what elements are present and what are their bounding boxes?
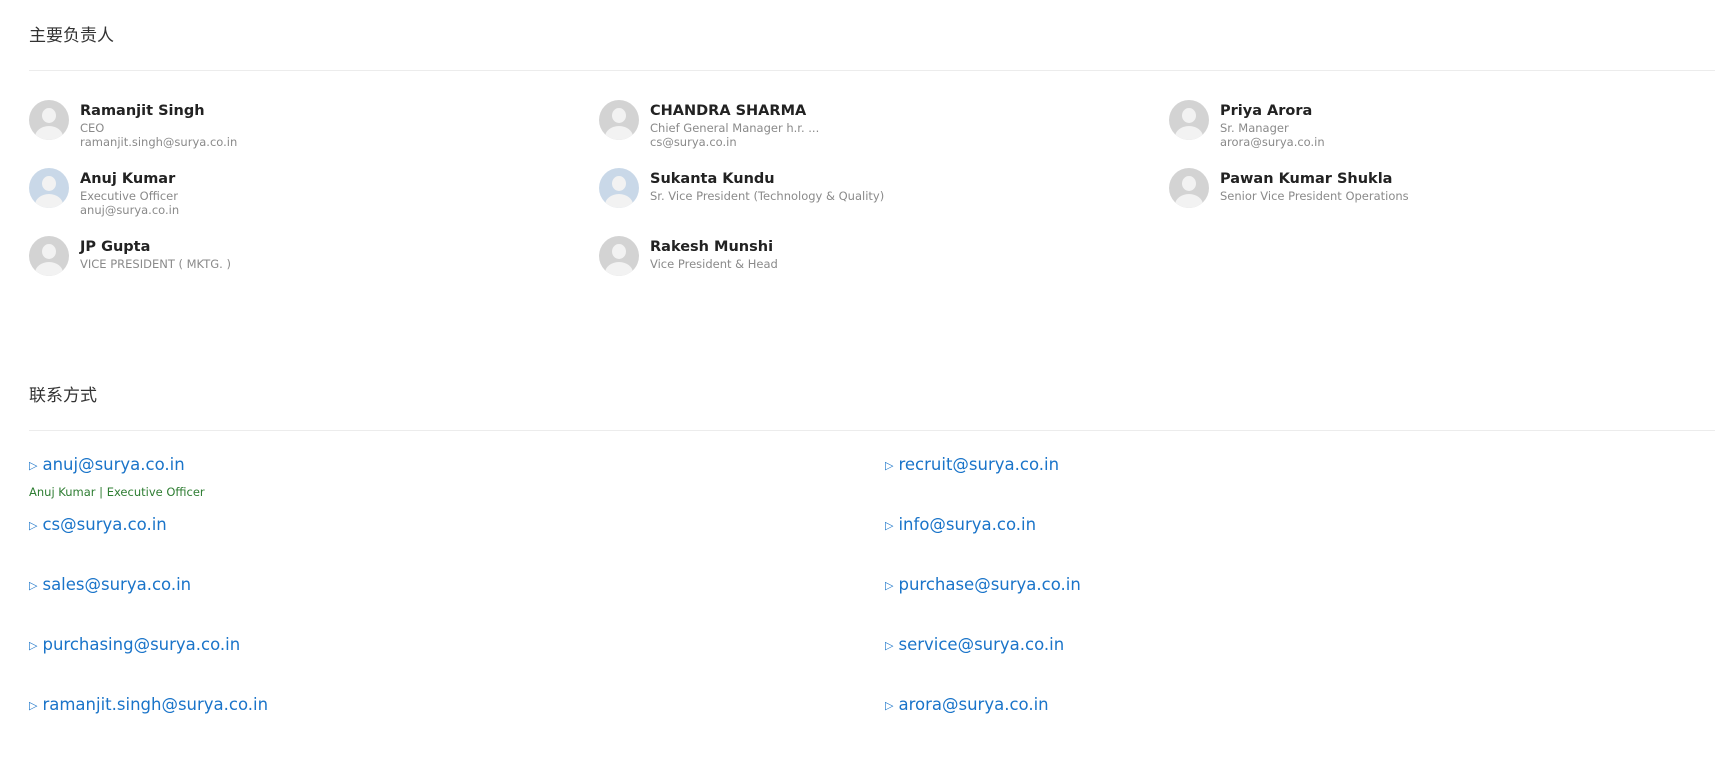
contact-section-title: 联系方式 <box>29 386 97 406</box>
triangle-right-icon: ▷ <box>885 459 894 472</box>
contact-item: ▷ info@surya.co.in <box>885 514 1715 574</box>
contact-item: ▷ purchasing@surya.co.in <box>29 634 885 694</box>
triangle-right-icon: ▷ <box>29 639 38 652</box>
email-link[interactable]: anuj@surya.co.in <box>42 455 184 474</box>
contact-item: ▷ ramanjit.singh@surya.co.in <box>29 694 885 754</box>
contact-item: ▷ recruit@surya.co.in <box>885 454 1715 514</box>
person-card[interactable]: JP Gupta VICE PRESIDENT ( MKTG. ) <box>29 236 599 304</box>
person-card[interactable]: Sukanta Kundu Sr. Vice President (Techno… <box>599 168 1169 236</box>
person-card[interactable]: CHANDRA SHARMA Chief General Manager h.r… <box>599 100 1169 168</box>
avatar-icon <box>599 168 639 208</box>
email-link[interactable]: info@surya.co.in <box>898 515 1036 534</box>
avatar-icon <box>29 100 69 140</box>
person-email: arora@surya.co.in <box>1220 135 1325 149</box>
people-section-title: 主要负责人 <box>29 26 114 46</box>
person-email: anuj@surya.co.in <box>80 203 180 217</box>
avatar-icon <box>599 236 639 276</box>
triangle-right-icon: ▷ <box>29 459 38 472</box>
person-email: cs@surya.co.in <box>650 135 737 149</box>
person-card[interactable]: Ramanjit Singh CEO ramanjit.singh@surya.… <box>29 100 599 168</box>
email-link[interactable]: purchase@surya.co.in <box>898 575 1080 594</box>
contact-item: ▷ cs@surya.co.in <box>29 514 885 574</box>
contact-grid: ▷ anuj@surya.co.in Anuj Kumar | Executive… <box>29 454 1715 754</box>
people-grid: Ramanjit Singh CEO ramanjit.singh@surya.… <box>29 100 1715 304</box>
person-title: VICE PRESIDENT ( MKTG. ) <box>80 257 231 271</box>
email-link[interactable]: cs@surya.co.in <box>42 515 166 534</box>
contact-item: ▷ anuj@surya.co.in Anuj Kumar | Executive… <box>29 454 885 514</box>
avatar-icon <box>1169 100 1209 140</box>
email-link[interactable]: purchasing@surya.co.in <box>42 635 240 654</box>
person-name: JP Gupta <box>80 239 151 255</box>
person-name: CHANDRA SHARMA <box>650 103 807 119</box>
person-title: Chief General Manager h.r. ... <box>650 121 820 135</box>
person-title: Sr. Manager <box>1220 121 1289 135</box>
triangle-right-icon: ▷ <box>885 519 894 532</box>
person-card[interactable]: Priya Arora Sr. Manager arora@surya.co.i… <box>1169 100 1715 168</box>
email-link[interactable]: ramanjit.singh@surya.co.in <box>42 695 268 714</box>
contact-item: ▷ purchase@surya.co.in <box>885 574 1715 634</box>
contact-item: ▷ sales@surya.co.in <box>29 574 885 634</box>
triangle-right-icon: ▷ <box>29 699 38 712</box>
triangle-right-icon: ▷ <box>885 579 894 592</box>
triangle-right-icon: ▷ <box>29 579 38 592</box>
avatar-icon <box>1169 168 1209 208</box>
email-link[interactable]: service@surya.co.in <box>898 635 1064 654</box>
person-title: Sr. Vice President (Technology & Quality… <box>650 189 885 203</box>
avatar-icon <box>29 236 69 276</box>
email-link[interactable]: recruit@surya.co.in <box>898 455 1059 474</box>
section-divider <box>29 430 1715 431</box>
contact-item: ▷ service@surya.co.in <box>885 634 1715 694</box>
person-name: Sukanta Kundu <box>650 171 775 187</box>
avatar-icon <box>599 100 639 140</box>
triangle-right-icon: ▷ <box>29 519 38 532</box>
person-card[interactable]: Rakesh Munshi Vice President & Head <box>599 236 1169 304</box>
person-name: Rakesh Munshi <box>650 239 774 255</box>
avatar-icon <box>29 168 69 208</box>
person-name: Pawan Kumar Shukla <box>1220 171 1393 187</box>
email-link[interactable]: arora@surya.co.in <box>898 695 1048 714</box>
contact-item: ▷ arora@surya.co.in <box>885 694 1715 754</box>
person-title: Executive Officer <box>80 189 178 203</box>
section-divider <box>29 70 1715 71</box>
triangle-right-icon: ▷ <box>885 699 894 712</box>
person-name: Priya Arora <box>1220 103 1313 119</box>
person-name: Anuj Kumar <box>80 171 176 187</box>
triangle-right-icon: ▷ <box>885 639 894 652</box>
person-title: Senior Vice President Operations <box>1220 189 1409 203</box>
page: 主要负责人 Ramanjit Singh CEO ramanjit.singh@… <box>0 0 1715 781</box>
contact-note: Anuj Kumar | Executive Officer <box>29 485 205 499</box>
person-name: Ramanjit Singh <box>80 103 205 119</box>
person-card[interactable]: Anuj Kumar Executive Officer anuj@surya.… <box>29 168 599 236</box>
email-link[interactable]: sales@surya.co.in <box>42 575 191 594</box>
person-card[interactable]: Pawan Kumar Shukla Senior Vice President… <box>1169 168 1715 236</box>
person-title: Vice President & Head <box>650 257 778 271</box>
person-email: ramanjit.singh@surya.co.in <box>80 135 238 149</box>
person-title: CEO <box>80 121 105 135</box>
